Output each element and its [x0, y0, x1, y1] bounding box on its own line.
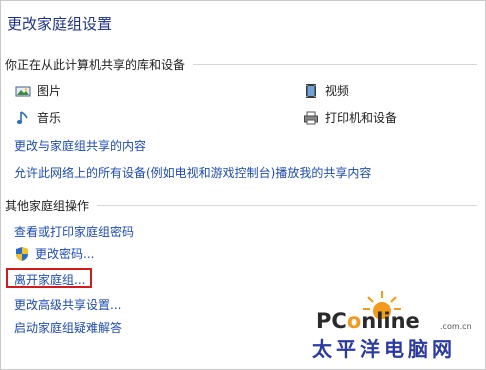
section-divider [97, 205, 477, 206]
music-icon [15, 110, 31, 126]
pictures-icon [15, 83, 31, 99]
shared-section-heading-text: 你正在从此计算机共享的库和设备 [5, 58, 186, 72]
watermark-brand: PConline [316, 309, 420, 333]
change-password-row[interactable]: 更改密码... [14, 245, 94, 262]
shared-item-label: 音乐 [37, 111, 62, 125]
troubleshooter-link[interactable]: 启动家庭组疑难解答 [14, 319, 122, 336]
change-shared-content-link[interactable]: 更改与家庭组共享的内容 [14, 137, 146, 154]
view-print-password-link[interactable]: 查看或打印家庭组密码 [14, 223, 134, 240]
printer-icon [303, 110, 319, 126]
section-divider [193, 64, 477, 65]
shared-section-heading: 你正在从此计算机共享的库和设备 [5, 56, 477, 73]
allow-devices-link[interactable]: 允许此网络上的所有设备(例如电视和游戏控制台)播放我的共享内容 [14, 164, 371, 181]
watermark-brand-rest: nline [361, 309, 420, 333]
shield-icon [14, 246, 30, 262]
watermark-brand-o: o [346, 309, 362, 333]
page-title: 更改家庭组设置 [7, 15, 113, 33]
watermark-brand-pc: PC [316, 309, 347, 333]
shared-item-music: 音乐 [15, 109, 61, 126]
shared-item-label: 图片 [37, 84, 62, 98]
shared-item-videos: 视频 [303, 82, 349, 99]
other-section-heading: 其他家庭组操作 [5, 197, 477, 214]
shared-item-label: 打印机和设备 [325, 111, 398, 125]
shared-item-printers: 打印机和设备 [303, 109, 397, 126]
pconline-watermark: PConline .com.cn 太平洋电脑网 [302, 289, 477, 361]
shared-item-pictures: 图片 [15, 82, 61, 99]
videos-icon [303, 83, 319, 99]
other-section-heading-text: 其他家庭组操作 [5, 199, 90, 213]
watermark-cn-name: 太平洋电脑网 [312, 337, 456, 361]
watermark-domain: .com.cn [440, 322, 472, 331]
shared-item-label: 视频 [325, 84, 350, 98]
advanced-sharing-link[interactable]: 更改高级共享设置... [14, 296, 121, 313]
change-password-link[interactable]: 更改密码... [35, 245, 94, 262]
highlight-box [6, 268, 92, 288]
